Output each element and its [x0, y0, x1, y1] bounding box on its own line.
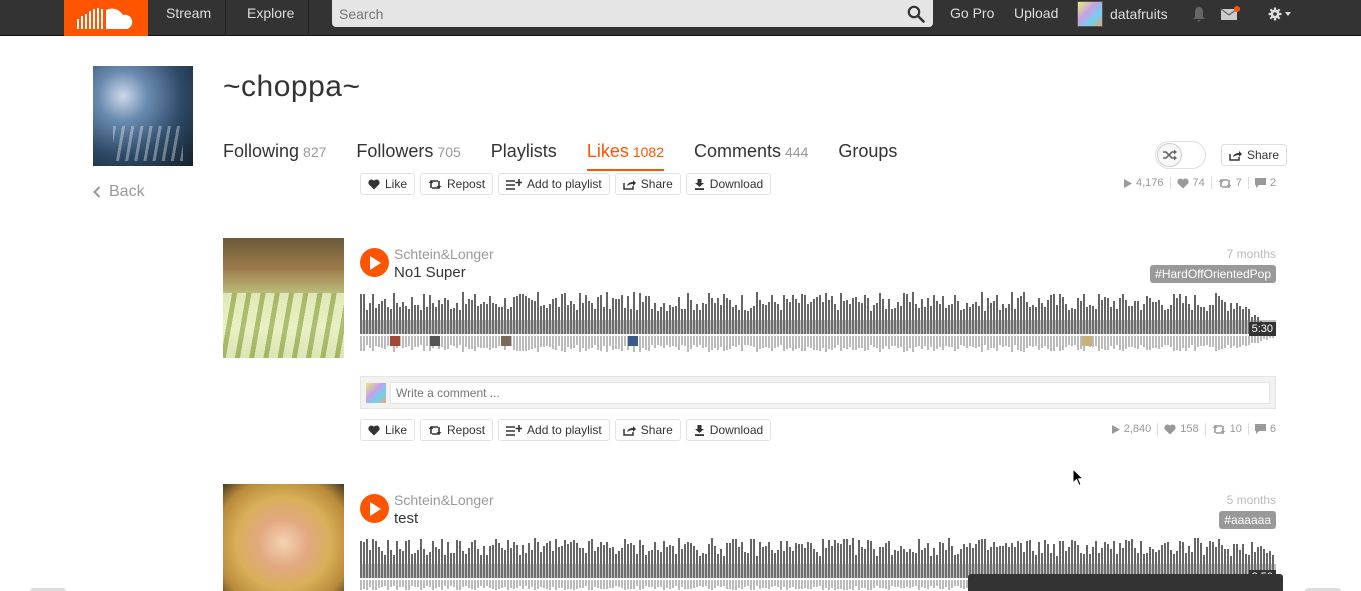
play-button[interactable]: [360, 248, 389, 277]
play-count-icon: [1111, 424, 1120, 434]
shuffle-toggle[interactable]: [1155, 141, 1206, 169]
timed-comment-avatar[interactable]: [628, 336, 638, 346]
waveform[interactable]: [360, 292, 1276, 354]
like-button[interactable]: Like: [360, 419, 416, 441]
soundcloud-cloud-icon: [77, 8, 133, 29]
profile-username: ~choppa~: [223, 70, 361, 103]
search-bar: [332, 0, 933, 27]
track-artwork[interactable]: [223, 484, 344, 591]
share-icon: [1229, 150, 1242, 161]
comments-count[interactable]: 2: [1249, 177, 1276, 189]
share-button[interactable]: Share: [614, 173, 681, 195]
messages-icon[interactable]: [1215, 0, 1245, 27]
share-icon: [623, 179, 636, 190]
likes-count[interactable]: 74: [1171, 177, 1212, 189]
track-title[interactable]: test: [394, 510, 418, 527]
profile-avatar: [93, 66, 193, 166]
timed-comment-avatar[interactable]: [390, 336, 400, 346]
tab-followers[interactable]: Followers 705: [356, 141, 460, 171]
likes-count[interactable]: 158: [1158, 423, 1206, 435]
shuffle-icon: [1157, 143, 1182, 167]
download-icon: [694, 178, 704, 190]
top-navigation-bar: Stream Explore Go Pro Upload datafruits: [0, 0, 1361, 36]
download-button[interactable]: Download: [685, 419, 772, 441]
track-tag[interactable]: #HardOffOrientedPop: [1150, 265, 1276, 283]
settings-gear-icon[interactable]: [1262, 0, 1298, 27]
download-icon: [694, 424, 704, 436]
add-to-playlist-button[interactable]: Add to playlist: [498, 419, 610, 441]
back-label: Back: [109, 183, 145, 200]
heart-icon: [368, 179, 380, 189]
timed-comment-avatar[interactable]: [430, 336, 440, 346]
tab-groups[interactable]: Groups: [838, 141, 897, 171]
comment-form: [360, 376, 1276, 409]
track-age: 5 months: [1226, 493, 1276, 507]
profile-share-button[interactable]: Share: [1221, 144, 1288, 166]
track-artwork[interactable]: [223, 238, 344, 358]
nav-stream[interactable]: Stream: [152, 0, 227, 36]
chevron-left-icon: [93, 186, 101, 198]
download-button[interactable]: Download: [685, 173, 772, 195]
back-link[interactable]: Back: [93, 183, 145, 201]
go-pro-link[interactable]: Go Pro: [950, 0, 994, 27]
repost-button[interactable]: Repost: [420, 419, 494, 441]
comment-icon: [1254, 178, 1266, 188]
play-count-icon: [1123, 178, 1132, 188]
nav-explore[interactable]: Explore: [233, 0, 310, 36]
comments-count[interactable]: 6: [1249, 423, 1276, 435]
track-stats-previous: 4,176 74 7 2: [1118, 177, 1276, 189]
play-icon: [369, 255, 381, 270]
reposts-count[interactable]: 10: [1206, 423, 1249, 435]
add-to-playlist-button[interactable]: Add to playlist: [498, 173, 610, 195]
profile-tabs: Following 827 Followers 705 Playlists Like…: [223, 141, 927, 171]
share-button[interactable]: Share: [614, 419, 681, 441]
plays-count: 2,840: [1106, 423, 1159, 435]
like-button[interactable]: Like: [360, 173, 416, 195]
add-to-playlist-icon: [506, 424, 523, 436]
repost-icon: [428, 425, 442, 435]
user-name: datafruits: [1110, 5, 1168, 22]
search-icon[interactable]: [907, 5, 925, 23]
heart-icon: [1164, 424, 1176, 434]
tab-comments[interactable]: Comments 444: [694, 141, 808, 171]
track-duration: 5:30: [1248, 322, 1276, 336]
timed-comment-avatar[interactable]: [1082, 336, 1092, 346]
commenter-avatar: [366, 383, 386, 403]
add-to-playlist-icon: [506, 178, 523, 190]
track-actions: Like Repost Add to playlist Share Downlo…: [360, 419, 772, 441]
timed-comment-avatar[interactable]: [501, 336, 511, 346]
heart-icon: [1176, 178, 1189, 188]
repost-icon: [1212, 424, 1226, 434]
repost-icon: [428, 179, 442, 189]
heart-icon: [368, 425, 380, 435]
mouse-cursor-icon: [1072, 468, 1084, 487]
comment-input[interactable]: [390, 382, 1270, 404]
track-tag[interactable]: #aaaaaa: [1219, 511, 1276, 529]
upload-link[interactable]: Upload: [1014, 0, 1058, 27]
share-icon: [623, 425, 636, 436]
track-age: 7 months: [1226, 247, 1276, 261]
comment-icon: [1254, 424, 1266, 434]
plays-count: 4,176: [1118, 177, 1171, 189]
user-menu[interactable]: datafruits: [1077, 0, 1168, 27]
track-stats: 2,840 158 10 6: [1106, 423, 1276, 435]
track-title[interactable]: No1 Super: [394, 264, 466, 281]
notifications-icon[interactable]: [1185, 0, 1213, 27]
search-input[interactable]: [332, 0, 892, 27]
play-button[interactable]: [360, 494, 389, 523]
repost-icon: [1218, 178, 1232, 188]
track-artist[interactable]: Schtein&Longer: [394, 246, 494, 262]
tab-playlists[interactable]: Playlists: [491, 141, 557, 171]
track-actions-previous: Like Repost Add to playlist Share Downlo…: [360, 173, 772, 195]
playback-bar[interactable]: [968, 574, 1283, 591]
reposts-count[interactable]: 7: [1212, 177, 1249, 189]
user-avatar: [1077, 0, 1103, 27]
track-artist[interactable]: Schtein&Longer: [394, 492, 494, 508]
soundcloud-logo[interactable]: [64, 0, 148, 36]
tab-following[interactable]: Following 827: [223, 141, 326, 171]
tab-likes[interactable]: Likes 1082: [586, 141, 664, 171]
play-icon: [369, 501, 381, 516]
repost-button[interactable]: Repost: [420, 173, 494, 195]
